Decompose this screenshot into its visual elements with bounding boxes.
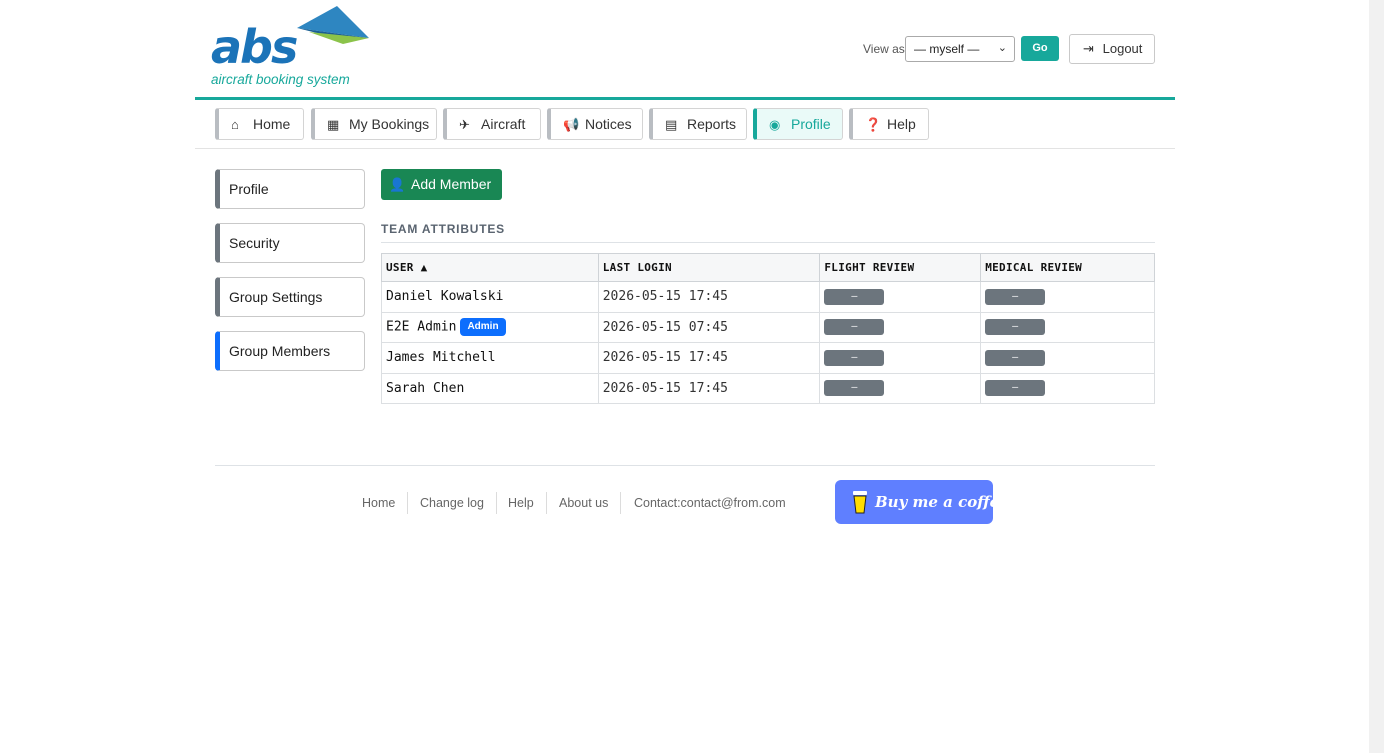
user-name: Sarah Chen <box>386 380 465 396</box>
tab-label: Profile <box>791 116 831 132</box>
user-circle-icon: ◉ <box>769 117 781 132</box>
tab-label: Reports <box>687 116 737 132</box>
view-as-selected-value: — myself — <box>914 42 980 56</box>
column-header-user[interactable]: USER ▲ <box>381 253 599 282</box>
flight-review-pill[interactable]: — <box>824 349 885 366</box>
tab-help[interactable]: ❓ Help <box>849 108 929 140</box>
view-as-label: View as <box>863 42 905 56</box>
home-icon: ⌂ <box>231 117 239 132</box>
user-name: James Mitchell <box>386 350 496 366</box>
megaphone-icon: 📢 <box>563 117 580 132</box>
sidebar-item-group-members[interactable]: Group Members <box>215 331 365 371</box>
header: abs aircraft booking system View as — my… <box>195 0 1175 100</box>
sidebar-item-group-settings[interactable]: Group Settings <box>215 277 365 317</box>
go-button[interactable]: Go <box>1021 36 1059 61</box>
tab-reports[interactable]: ▤ Reports <box>649 108 747 140</box>
table-row[interactable]: James Mitchell 2026-05-15 17:45 — — <box>381 342 1155 374</box>
page-container: abs aircraft booking system View as — my… <box>195 0 1175 524</box>
logo-tagline: aircraft booking system <box>211 72 350 87</box>
cell-flight-review: — <box>819 281 982 313</box>
section-title: TEAM ATTRIBUTES <box>381 222 1155 243</box>
column-header-last-login[interactable]: LAST LOGIN <box>597 253 821 282</box>
coffee-cup-icon <box>853 491 867 514</box>
add-member-button[interactable]: 👤 Add Member <box>381 169 502 200</box>
cell-user: E2E Admin Admin <box>381 311 599 343</box>
table-row[interactable]: E2E Admin Admin 2026-05-15 07:45 — — <box>381 311 1155 343</box>
cell-flight-review: — <box>819 311 982 343</box>
cell-user: Daniel Kowalski <box>381 281 599 313</box>
admin-badge: Admin <box>460 318 506 337</box>
column-header-flight-review[interactable]: FLIGHT REVIEW <box>819 253 982 282</box>
cell-flight-review: — <box>819 372 982 404</box>
logout-button[interactable]: ⇥ Logout <box>1069 34 1155 64</box>
coffee-label: Buy me a coffee <box>875 493 1009 511</box>
cell-medical-review: — <box>980 372 1155 404</box>
tab-profile[interactable]: ◉ Profile <box>753 108 843 140</box>
chart-icon: ▤ <box>665 117 678 132</box>
cell-last-login: 2026-05-15 17:45 <box>597 342 821 374</box>
user-plus-icon: 👤 <box>389 177 406 192</box>
medical-review-pill[interactable]: — <box>985 349 1046 366</box>
sidebar-item-security[interactable]: Security <box>215 223 365 263</box>
logo-text: abs <box>211 20 298 74</box>
footer-link-help[interactable]: Help <box>496 492 547 514</box>
cell-flight-review: — <box>819 342 982 374</box>
paper-plane-logo-icon <box>297 6 369 44</box>
question-icon: ❓ <box>865 117 882 132</box>
cell-medical-review: — <box>980 281 1155 313</box>
abs-logo[interactable]: abs aircraft booking system <box>211 6 371 90</box>
page-scrollbar[interactable] <box>1369 0 1384 753</box>
sidebar-item-profile[interactable]: Profile <box>215 169 365 209</box>
tab-home[interactable]: ⌂ Home <box>215 108 304 140</box>
tab-label: Aircraft <box>481 116 526 132</box>
add-member-label: Add Member <box>411 176 492 192</box>
cell-medical-review: — <box>980 311 1155 343</box>
tab-label: My Bookings <box>349 116 430 132</box>
logout-icon: ⇥ <box>1083 41 1094 56</box>
cell-last-login: 2026-05-15 17:45 <box>597 281 821 313</box>
footer-divider <box>215 465 1155 466</box>
medical-review-pill[interactable]: — <box>985 380 1046 397</box>
flight-review-pill[interactable]: — <box>824 380 885 397</box>
medical-review-pill[interactable]: — <box>985 288 1046 305</box>
buy-me-a-coffee-button[interactable]: Buy me a coffee <box>835 480 1009 524</box>
table-row[interactable]: Sarah Chen 2026-05-15 17:45 — — <box>381 372 1155 404</box>
chevron-down-icon: ⌄ <box>997 42 1007 54</box>
members-table: USER ▲ LAST LOGIN FLIGHT REVIEW MEDICAL … <box>381 253 1155 404</box>
table-row[interactable]: Daniel Kowalski 2026-05-15 17:45 — — <box>381 281 1155 313</box>
medical-review-pill[interactable]: — <box>985 319 1046 336</box>
logout-label: Logout <box>1102 41 1143 56</box>
tab-aircraft[interactable]: ✈ Aircraft <box>443 108 541 140</box>
tab-my-bookings[interactable]: ▦ My Bookings <box>311 108 437 140</box>
user-name: E2E Admin <box>386 319 457 335</box>
user-name: Daniel Kowalski <box>386 289 504 305</box>
main-nav: ⌂ Home ▦ My Bookings ✈ Aircraft 📢 Notices ▤ R… <box>195 100 1175 149</box>
tab-label: Home <box>253 116 291 132</box>
calendar-icon: ▦ <box>327 117 340 132</box>
footer-link-about-us[interactable]: About us <box>547 492 622 514</box>
cell-medical-review: — <box>980 342 1155 374</box>
cell-user: Sarah Chen <box>381 372 599 404</box>
table-header-row: USER ▲ LAST LOGIN FLIGHT REVIEW MEDICAL … <box>381 253 1155 282</box>
view-as-select[interactable]: — myself — ⌄ <box>905 36 1015 62</box>
footer-link-change-log[interactable]: Change log <box>408 492 497 514</box>
flight-review-pill[interactable]: — <box>824 319 885 336</box>
tab-notices[interactable]: 📢 Notices <box>547 108 643 140</box>
footer-link-contact[interactable]: Contact:contact@from.com <box>622 492 798 514</box>
flight-review-pill[interactable]: — <box>824 288 885 305</box>
footer-link-home[interactable]: Home <box>350 492 409 514</box>
plane-icon: ✈ <box>459 117 470 132</box>
cell-last-login: 2026-05-15 07:45 <box>597 311 821 343</box>
tab-label: Help <box>887 116 916 132</box>
tab-label: Notices <box>585 116 632 132</box>
cell-user: James Mitchell <box>381 342 599 374</box>
cell-last-login: 2026-05-15 17:45 <box>597 372 821 404</box>
column-header-medical-review[interactable]: MEDICAL REVIEW <box>980 253 1155 282</box>
